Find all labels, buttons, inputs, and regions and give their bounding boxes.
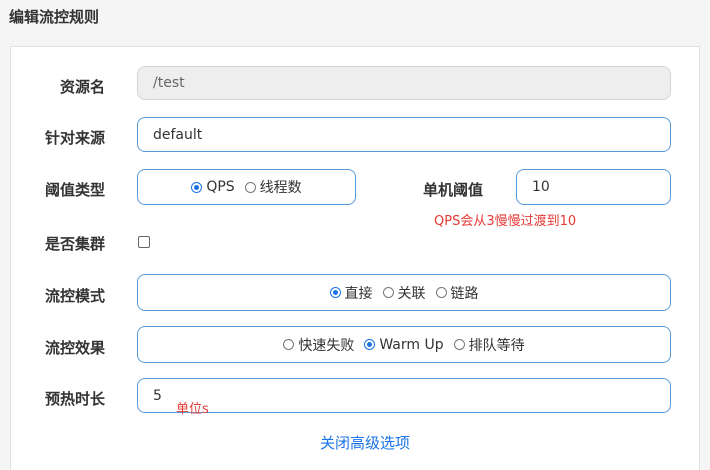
warmup-value: 5: [153, 387, 162, 404]
warmup-annotation: 单位s: [176, 402, 209, 417]
flow-effect-fail-fast[interactable]: 快速失败: [283, 335, 354, 355]
radio-checked-icon[interactable]: [329, 287, 341, 298]
threshold-type-label: 阈值类型: [44, 181, 105, 199]
flow-effect-warm-up[interactable]: Warm Up: [364, 336, 444, 353]
resource-input[interactable]: /test: [137, 66, 671, 100]
cluster-checkbox[interactable]: [138, 236, 150, 248]
threshold-type-qps-label: QPS: [206, 179, 235, 195]
close-advanced-link[interactable]: 关闭高级选项: [320, 432, 410, 453]
flow-mode-direct-label: 直接: [344, 285, 373, 302]
radio-unchecked-icon[interactable]: [283, 339, 295, 350]
warmup-input[interactable]: 5: [137, 378, 671, 413]
threshold-type-thread[interactable]: 线程数: [244, 177, 302, 197]
limit-app-label: 针对来源: [44, 129, 105, 147]
radio-unchecked-icon[interactable]: [244, 181, 256, 193]
flow-mode-label: 流控模式: [44, 287, 105, 305]
flow-effect-warm-up-label: Warm Up: [379, 336, 444, 353]
radio-unchecked-icon[interactable]: [382, 287, 394, 298]
threshold-type-thread-label: 线程数: [259, 180, 302, 196]
threshold-type-group: QPS 线程数: [137, 169, 356, 205]
flow-mode-relate-label: 关联: [397, 285, 426, 302]
flow-mode-relate[interactable]: 关联: [382, 283, 426, 303]
warmup-label: 预热时长: [44, 390, 105, 408]
flow-mode-group: 直接 关联 链路: [137, 274, 671, 311]
radio-unchecked-icon[interactable]: [453, 339, 465, 350]
flow-mode-chain[interactable]: 链路: [435, 283, 479, 303]
single-threshold-label: 单机阈值: [422, 181, 483, 199]
flow-mode-direct[interactable]: 直接: [329, 283, 373, 303]
single-threshold-input[interactable]: 10: [516, 169, 671, 205]
limit-app-value: default: [153, 126, 203, 143]
page-title: 编辑流控规则: [9, 8, 100, 26]
threshold-annotation: QPS会从3慢慢过渡到10: [434, 214, 577, 229]
cluster-label: 是否集群: [44, 235, 105, 253]
flow-effect-label: 流控效果: [44, 339, 105, 357]
flow-mode-chain-label: 链路: [450, 285, 479, 302]
limit-app-input[interactable]: default: [137, 117, 671, 152]
flow-effect-queue-label: 排队等待: [468, 337, 525, 354]
radio-checked-icon[interactable]: [191, 181, 203, 193]
resource-value: /test: [153, 75, 185, 91]
flow-effect-fail-fast-label: 快速失败: [298, 337, 355, 354]
flow-effect-group: 快速失败 Warm Up 排队等待: [137, 326, 671, 363]
radio-unchecked-icon[interactable]: [435, 287, 447, 298]
radio-checked-icon[interactable]: [364, 339, 376, 350]
flow-effect-queue[interactable]: 排队等待: [453, 335, 525, 355]
resource-label: 资源名: [59, 78, 105, 96]
threshold-type-qps[interactable]: QPS: [191, 179, 235, 195]
single-threshold-value: 10: [532, 179, 550, 195]
